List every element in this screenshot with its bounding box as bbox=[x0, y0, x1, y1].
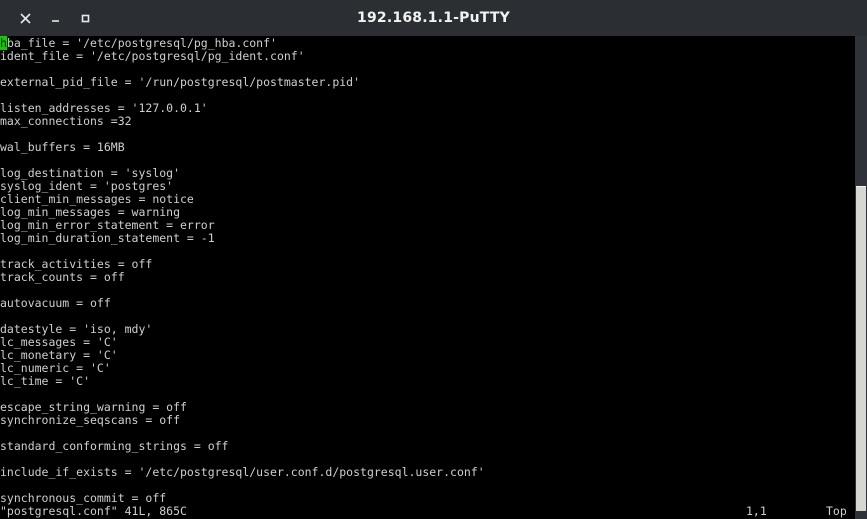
terminal-line: track_activities = off bbox=[0, 257, 153, 271]
vim-status-line: "postgresql.conf" 41L, 865C 1,1 Top bbox=[0, 504, 855, 519]
window-title-separator: - bbox=[453, 10, 460, 26]
window-title-host: 192.168.1.1 bbox=[357, 10, 454, 26]
maximize-icon[interactable] bbox=[70, 5, 100, 31]
terminal-line: log_min_duration_statement = -1 bbox=[0, 231, 215, 245]
status-file-info: "postgresql.conf" 41L, 865C bbox=[0, 504, 187, 518]
terminal-line: track_counts = off bbox=[0, 270, 125, 284]
terminal-line: lc_time = 'C' bbox=[0, 374, 91, 388]
title-bar: 192.168.1.1 - PuTTY bbox=[0, 0, 867, 36]
window-title: 192.168.1.1 - PuTTY bbox=[0, 0, 867, 36]
terminal-line: lc_monetary = 'C' bbox=[0, 348, 118, 362]
putty-window: 192.168.1.1 - PuTTY hba_file = '/etc/pos… bbox=[0, 0, 867, 519]
terminal-scrollbar[interactable] bbox=[855, 36, 867, 519]
terminal-line: wal_buffers = 16MB bbox=[0, 140, 125, 154]
close-icon[interactable] bbox=[10, 5, 40, 31]
terminal-line: lc_numeric = 'C' bbox=[0, 361, 111, 375]
terminal-line: datestyle = 'iso, mdy' bbox=[0, 322, 153, 336]
status-cursor-position: 1,1 bbox=[746, 504, 767, 518]
terminal-line: standard_conforming_strings = off bbox=[0, 439, 229, 453]
terminal-text-buffer: hba_file = '/etc/postgresql/pg_hba.conf'… bbox=[0, 36, 855, 505]
terminal-line: external_pid_file = '/run/postgresql/pos… bbox=[0, 75, 361, 89]
window-title-app: PuTTY bbox=[459, 10, 510, 26]
terminal-line: autovacuum = off bbox=[0, 296, 111, 310]
terminal-line: include_if_exists = '/etc/postgresql/use… bbox=[0, 465, 485, 479]
status-scroll-indicator: Top bbox=[826, 504, 847, 518]
terminal-line: max_connections =32 bbox=[0, 114, 132, 128]
scrollbar-thumb[interactable] bbox=[856, 186, 866, 511]
minimize-icon[interactable] bbox=[40, 5, 70, 31]
terminal-line: ident_file = '/etc/postgresql/pg_ident.c… bbox=[0, 49, 305, 63]
terminal-line: lc_messages = 'C' bbox=[0, 335, 118, 349]
terminal-line: synchronize_seqscans = off bbox=[0, 413, 181, 427]
terminal-cursor: h bbox=[0, 36, 7, 50]
terminal-screen[interactable]: hba_file = '/etc/postgresql/pg_hba.conf'… bbox=[0, 36, 855, 519]
window-controls bbox=[10, 5, 100, 31]
